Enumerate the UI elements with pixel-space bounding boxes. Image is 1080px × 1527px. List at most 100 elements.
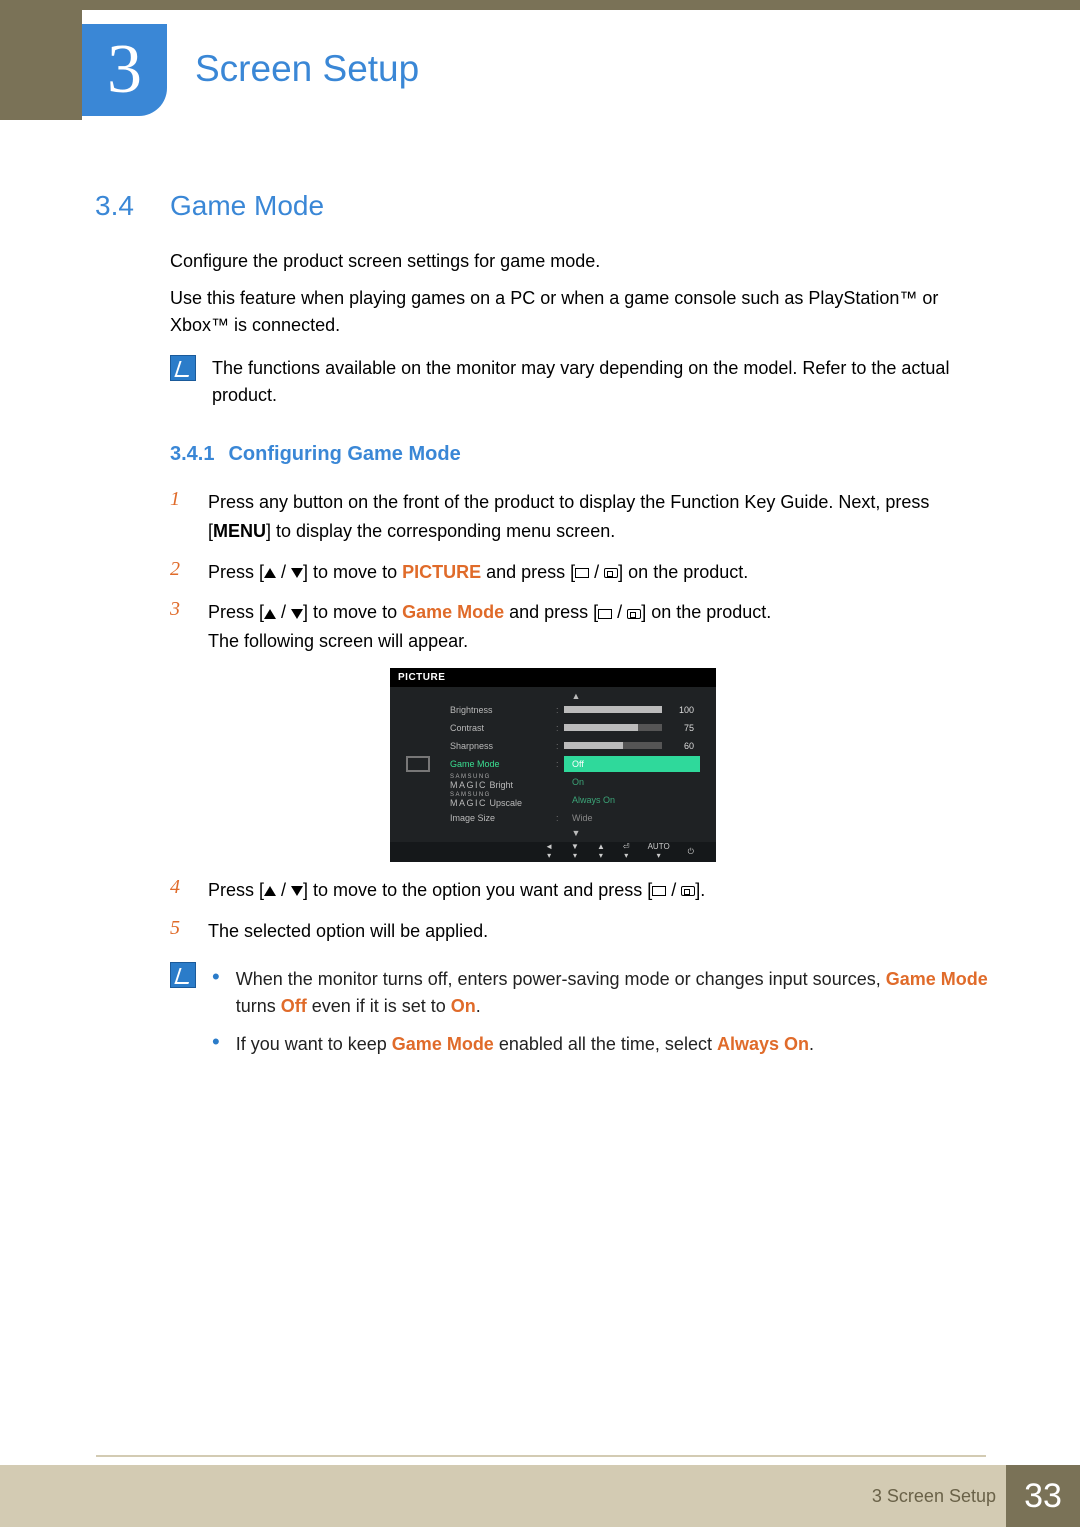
steps-list: 1 Press any button on the front of the p…	[170, 488, 990, 656]
t: Game Mode	[402, 602, 504, 622]
intro-p2: Use this feature when playing games on a…	[170, 285, 990, 339]
step-number: 1	[170, 488, 186, 546]
note-icon	[170, 355, 196, 381]
up-icon	[264, 886, 276, 896]
up-icon	[264, 609, 276, 619]
step-4: 4 Press [ / ] to move to the option you …	[170, 876, 990, 905]
rect-icon	[652, 886, 666, 896]
osd-left-col	[390, 687, 446, 842]
slider	[564, 724, 662, 731]
footer-line	[96, 1455, 986, 1457]
lbl: Contrast	[446, 723, 556, 733]
bullets: • When the monitor turns off, enters pow…	[212, 966, 990, 1070]
t: MAGIC	[450, 798, 487, 808]
t: Always On	[717, 1034, 809, 1054]
t: Game Mode	[886, 969, 988, 989]
section-number: 3.4	[95, 190, 150, 222]
osd-title: PICTURE	[390, 668, 716, 687]
subsection-title: Configuring Game Mode	[228, 443, 460, 466]
down-icon	[291, 609, 303, 619]
lbl: Sharpness	[446, 741, 556, 751]
picture-icon	[406, 756, 430, 772]
t: AUTO	[648, 843, 670, 851]
t: Press [	[208, 602, 264, 622]
t: ] on the product.	[641, 602, 771, 622]
slider	[564, 706, 662, 713]
note-icon	[170, 962, 196, 988]
t: Bright	[490, 780, 514, 790]
subsection-heading: 3.4.1 Configuring Game Mode	[170, 443, 990, 466]
subsection-number: 3.4.1	[170, 443, 214, 466]
step-1: 1 Press any button on the front of the p…	[170, 488, 990, 546]
t: Press [	[208, 562, 264, 582]
bullet-1: • When the monitor turns off, enters pow…	[212, 966, 990, 1022]
osd-row-gamemode: Game Mode: Off	[446, 755, 706, 773]
t: ] on the product.	[618, 562, 748, 582]
osd-row-magic-upscale: SAMSUNGMAGIC Upscale Always On	[446, 791, 706, 809]
t: turns	[236, 996, 281, 1016]
chapter-number: 3	[107, 30, 142, 110]
val: 100	[670, 705, 694, 715]
t: If you want to keep	[236, 1034, 392, 1054]
c: :	[556, 813, 564, 823]
t: MAGIC	[450, 780, 487, 790]
note-block-1: The functions available on the monitor m…	[170, 355, 990, 409]
osd-row-sharpness: Sharpness: 60	[446, 737, 706, 755]
top-bar	[0, 0, 1080, 10]
lbl: Image Size	[446, 813, 556, 823]
chapter-title: Screen Setup	[195, 48, 419, 90]
menu-key: MENU	[213, 521, 266, 541]
osd-screenshot: PICTURE ▲ Brightness: 100 Contrast: 75 S	[390, 668, 716, 862]
val: 60	[670, 741, 694, 751]
options: On	[564, 774, 700, 790]
osd-row-magic-bright: SAMSUNGMAGIC Bright On	[446, 773, 706, 791]
t: .	[476, 996, 481, 1016]
ctrl-auto: AUTO▾	[648, 843, 670, 860]
step-number: 5	[170, 917, 186, 946]
section-title: Game Mode	[170, 190, 324, 222]
step-number: 3	[170, 598, 186, 656]
slider	[564, 742, 662, 749]
note-text-1: The functions available on the monitor m…	[212, 355, 990, 409]
down-icon	[291, 886, 303, 896]
ctrl-enter-icon: ⏎▾	[623, 843, 630, 860]
t: Press [	[208, 880, 264, 900]
c: :	[556, 723, 564, 733]
step-2: 2 Press [ / ] to move to PICTURE and pre…	[170, 558, 990, 587]
t: ] to move to the option you want and pre…	[303, 880, 652, 900]
t: ].	[695, 880, 705, 900]
footer-label: 3 Screen Setup	[872, 1486, 996, 1507]
t: ] to move to	[303, 562, 402, 582]
options: Always On	[564, 792, 700, 808]
bullet-text: If you want to keep Game Mode enabled al…	[236, 1031, 814, 1059]
bullet-dot-icon: •	[212, 966, 220, 1022]
rect-icon	[598, 609, 612, 619]
note-block-2: • When the monitor turns off, enters pow…	[170, 962, 990, 1070]
t: enabled all the time, select	[494, 1034, 717, 1054]
page-content: 3.4 Game Mode Configure the product scre…	[95, 190, 990, 1083]
options: Off	[564, 756, 700, 772]
source-icon	[627, 609, 641, 619]
source-icon	[681, 886, 695, 896]
lbl: SAMSUNGMAGIC Bright	[446, 774, 556, 790]
osd-row-brightness: Brightness: 100	[446, 701, 706, 719]
side-bar	[0, 10, 82, 120]
step-5: 5 The selected option will be applied.	[170, 917, 990, 946]
step-body: Press [ / ] to move to the option you wa…	[208, 876, 705, 905]
down-icon	[291, 568, 303, 578]
opt-on: On	[564, 774, 700, 790]
t: and press [	[504, 602, 598, 622]
t: Upscale	[490, 798, 523, 808]
rect-icon	[575, 568, 589, 578]
scroll-up-icon: ▲	[446, 691, 706, 701]
bullet-2: • If you want to keep Game Mode enabled …	[212, 1031, 990, 1059]
t: .	[809, 1034, 814, 1054]
chapter-tab: 3	[82, 24, 167, 116]
step-body: The selected option will be applied.	[208, 917, 488, 946]
t: Off	[281, 996, 307, 1016]
step-3: 3 Press [ / ] to move to Game Mode and p…	[170, 598, 990, 656]
step-number: 4	[170, 876, 186, 905]
t: The following screen will appear.	[208, 627, 771, 656]
lbl: SAMSUNGMAGIC Upscale	[446, 792, 556, 808]
scroll-down-icon: ▼	[446, 828, 706, 838]
